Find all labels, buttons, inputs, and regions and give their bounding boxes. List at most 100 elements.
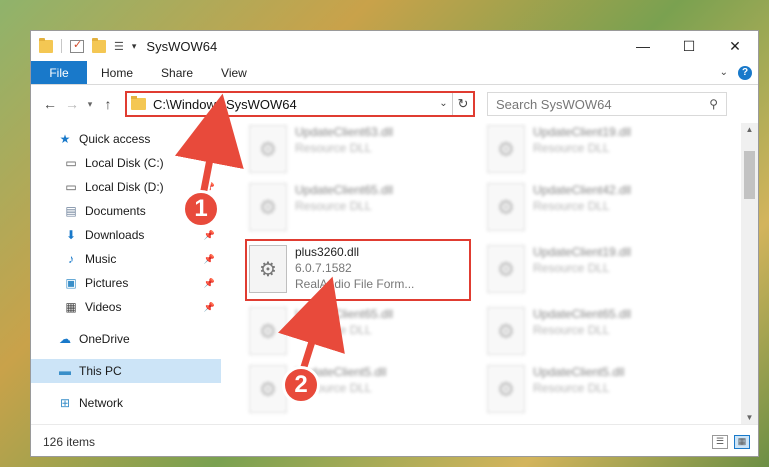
close-button[interactable]: ✕ bbox=[712, 31, 758, 61]
navigation-bar: ← → ▾ ↑ C:\Windows\SysWOW64 ⌄ ↻ Search S… bbox=[31, 85, 758, 123]
up-arrow-icon[interactable]: ↑ bbox=[97, 96, 119, 112]
expand-ribbon-icon[interactable]: ⌄ bbox=[720, 67, 728, 78]
file-name: UpdateClient65.dll bbox=[295, 307, 394, 321]
file-name: UpdateClient65.dll bbox=[533, 307, 632, 321]
videos-icon: ▦ bbox=[65, 300, 77, 314]
list-item[interactable]: ⚙ UpdateClient65.dll Resource DLL bbox=[487, 305, 713, 361]
search-placeholder: Search SysWOW64 bbox=[496, 96, 612, 112]
ribbon-tabs: File Home Share View ⌄ ? bbox=[31, 61, 758, 85]
step-1-badge: 1 bbox=[182, 190, 220, 228]
file-name: UpdateClient63.dll bbox=[295, 125, 394, 139]
sidebar-item-network[interactable]: ⊞ Network bbox=[31, 391, 221, 415]
pin-icon[interactable]: 📌 bbox=[204, 254, 215, 265]
vertical-scrollbar[interactable]: ▲ ▼ bbox=[741, 123, 758, 424]
dll-file-icon: ⚙ bbox=[249, 245, 287, 293]
file-type: Resource DLL bbox=[295, 323, 372, 337]
properties-check-icon[interactable] bbox=[70, 38, 84, 53]
scroll-down-icon[interactable]: ▼ bbox=[741, 413, 758, 422]
cloud-icon: ☁ bbox=[59, 332, 71, 346]
list-item[interactable]: ⚙ UpdateClient63.dll Resource DLL bbox=[249, 123, 475, 179]
dll-file-icon: ⚙ bbox=[249, 307, 287, 355]
tab-share[interactable]: Share bbox=[147, 61, 207, 84]
address-path[interactable]: C:\Windows\SysWOW64 bbox=[153, 97, 297, 112]
file-type: Resource DLL bbox=[533, 381, 610, 395]
list-item[interactable]: ⚙ UpdateClient65.dll Resource DLL bbox=[249, 181, 475, 237]
file-name: UpdateClient5.dll bbox=[533, 365, 625, 379]
list-item[interactable]: ⚙ UpdateClient19.dll Resource DLL bbox=[487, 243, 713, 299]
dll-file-icon: ⚙ bbox=[487, 307, 525, 355]
sidebar-item-videos[interactable]: ▦ Videos 📌 bbox=[31, 295, 221, 319]
item-count: 126 items bbox=[43, 434, 96, 449]
minimize-button[interactable]: — bbox=[620, 31, 666, 61]
pin-icon[interactable]: 📌 bbox=[204, 302, 215, 313]
address-bar[interactable]: C:\Windows\SysWOW64 ⌄ ↻ bbox=[125, 91, 475, 117]
help-icon[interactable]: ? bbox=[738, 65, 752, 80]
sidebar-item-label: This PC bbox=[79, 364, 122, 378]
sidebar-item-quick-access[interactable]: ★ Quick access bbox=[31, 127, 221, 151]
pin-icon[interactable]: 📌 bbox=[204, 230, 215, 241]
forward-arrow-icon[interactable]: → bbox=[61, 96, 83, 112]
file-name: UpdateClient42.dll bbox=[533, 183, 632, 197]
search-icon[interactable]: ⚲ bbox=[709, 97, 718, 111]
quick-access-toolbar: ☰ ▾ bbox=[39, 37, 137, 53]
sidebar-item-label: Local Disk (C:) bbox=[85, 156, 164, 170]
list-item[interactable]: ⚙ UpdateClient42.dll Resource DLL bbox=[487, 181, 713, 237]
file-name: UpdateClient19.dll bbox=[533, 125, 632, 139]
file-description: RealAudio File Form... bbox=[295, 277, 415, 291]
search-input[interactable]: Search SysWOW64 ⚲ bbox=[487, 92, 727, 116]
tiles-view-icon[interactable]: ▦ bbox=[734, 434, 750, 449]
sidebar-item-local-disk-c[interactable]: ▭ Local Disk (C:) 📌 bbox=[31, 151, 221, 175]
toolbar-divider bbox=[61, 39, 62, 53]
refresh-icon[interactable]: ↻ bbox=[453, 96, 473, 112]
pin-icon[interactable]: 📌 bbox=[204, 158, 215, 169]
tab-home[interactable]: Home bbox=[87, 61, 147, 84]
pictures-icon: ▣ bbox=[65, 276, 77, 290]
sidebar-item-downloads[interactable]: ⬇ Downloads 📌 bbox=[31, 223, 221, 247]
sidebar-item-music[interactable]: ♪ Music 📌 bbox=[31, 247, 221, 271]
featured-file-tile[interactable]: ⚙ plus3260.dll 6.0.7.1582 RealAudio File… bbox=[245, 239, 471, 301]
navigation-pane: ★ Quick access ▭ Local Disk (C:) 📌 ▭ Loc… bbox=[31, 123, 221, 424]
list-item[interactable]: ⚙ UpdateClient65.dll Resource DLL bbox=[249, 305, 475, 361]
file-type: Resource DLL bbox=[295, 199, 372, 213]
tab-file[interactable]: File bbox=[31, 61, 87, 84]
address-dropdown-icon[interactable]: ⌄ bbox=[435, 93, 453, 115]
window-title: SysWOW64 bbox=[146, 38, 218, 54]
sidebar-item-this-pc[interactable]: ▬ This PC bbox=[31, 359, 221, 383]
customize-icon[interactable]: ☰ bbox=[114, 40, 124, 53]
drive-icon: ▭ bbox=[65, 180, 77, 194]
sidebar-item-label: Videos bbox=[85, 300, 122, 314]
drive-icon: ▭ bbox=[65, 156, 77, 170]
recent-locations-icon[interactable]: ▾ bbox=[83, 99, 97, 110]
file-name: plus3260.dll bbox=[295, 245, 360, 259]
file-type: Resource DLL bbox=[533, 141, 610, 155]
maximize-button[interactable]: ☐ bbox=[666, 31, 712, 61]
sidebar-item-onedrive[interactable]: ☁ OneDrive bbox=[31, 327, 221, 351]
file-version: 6.0.7.1582 bbox=[295, 261, 352, 275]
details-view-icon[interactable]: ☰ bbox=[712, 434, 728, 449]
sidebar-item-label: Music bbox=[85, 252, 117, 266]
file-type: Resource DLL bbox=[533, 261, 610, 275]
title-bar: ☰ ▾ SysWOW64 — ☐ ✕ bbox=[31, 31, 758, 61]
status-bar: 126 items ☰ ▦ bbox=[31, 424, 758, 458]
scroll-up-icon[interactable]: ▲ bbox=[741, 125, 758, 134]
dll-file-icon: ⚙ bbox=[487, 125, 525, 173]
dll-file-icon: ⚙ bbox=[249, 183, 287, 231]
star-icon: ★ bbox=[59, 132, 71, 146]
list-item[interactable]: ⚙ UpdateClient5.dll Resource DLL bbox=[487, 363, 713, 419]
sidebar-item-label: Downloads bbox=[85, 228, 145, 242]
list-item[interactable]: ⚙ UpdateClient19.dll Resource DLL bbox=[487, 123, 713, 179]
documents-icon: ▤ bbox=[65, 204, 77, 218]
sidebar-item-label: Documents bbox=[85, 204, 146, 218]
sidebar-item-pictures[interactable]: ▣ Pictures 📌 bbox=[31, 271, 221, 295]
explorer-window: ☰ ▾ SysWOW64 — ☐ ✕ File Home Share View … bbox=[30, 30, 759, 457]
sidebar-item-label: Local Disk (D:) bbox=[85, 180, 164, 194]
tab-view[interactable]: View bbox=[207, 61, 261, 84]
back-arrow-icon[interactable]: ← bbox=[39, 96, 61, 112]
scroll-thumb[interactable] bbox=[744, 151, 755, 199]
dll-file-icon: ⚙ bbox=[487, 245, 525, 293]
file-type: Resource DLL bbox=[295, 141, 372, 155]
new-folder-icon[interactable] bbox=[92, 37, 106, 53]
pin-icon[interactable]: 📌 bbox=[204, 278, 215, 289]
sidebar-item-label: OneDrive bbox=[79, 332, 130, 346]
chevron-down-icon[interactable]: ▾ bbox=[132, 41, 137, 52]
